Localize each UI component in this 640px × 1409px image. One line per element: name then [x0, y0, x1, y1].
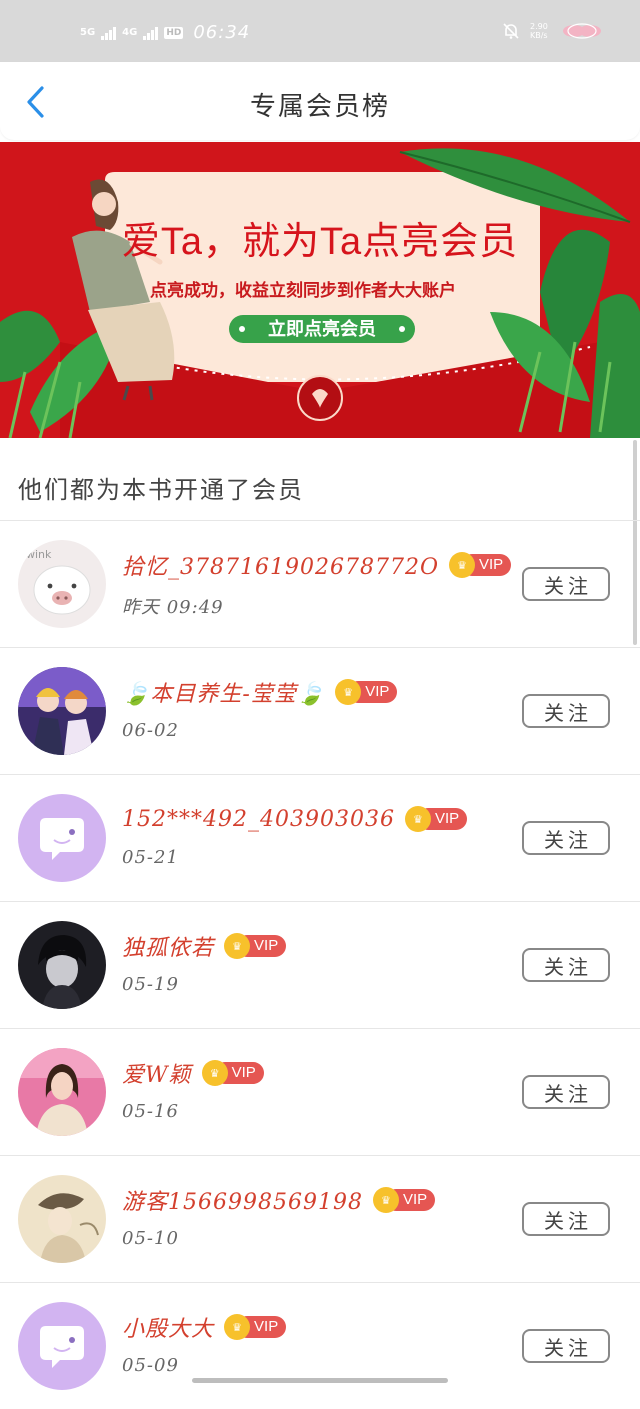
list-item[interactable]: wink 拾忆_3787161902678772O ♛ VIP 昨天 09:49 …: [0, 520, 640, 647]
member-name-line: 小殷大大 ♛ VIP: [122, 1311, 287, 1343]
member-name-line: 152***492_403903036 ♛ VIP: [122, 803, 468, 835]
vip-badge: ♛ VIP: [372, 1187, 436, 1213]
member-time: 05-21: [122, 847, 179, 868]
list-item[interactable]: 爱W颖 ♛ VIP 05-16 关注: [0, 1028, 640, 1155]
section-title: 他们都为本书开通了会员: [18, 476, 304, 504]
banner-headline: 爱Ta，就为Ta点亮会员: [121, 221, 519, 263]
network-4g-label: 4G: [122, 26, 138, 38]
promo-banner[interactable]: 爱Ta，就为Ta点亮会员 点亮成功，收益立刻同步到作者大大账户 立即点亮会员: [0, 142, 640, 438]
list-item[interactable]: 独孤依若 ♛ VIP 05-19 关注: [0, 901, 640, 1028]
member-name[interactable]: 🍃本目养生-莹莹🍃: [122, 676, 325, 708]
crown-icon: ♛: [449, 552, 475, 578]
follow-button[interactable]: 关注: [522, 1075, 610, 1109]
follow-button[interactable]: 关注: [522, 694, 610, 728]
light-up-member-button[interactable]: 立即点亮会员: [229, 315, 415, 343]
follow-button[interactable]: 关注: [522, 821, 610, 855]
member-time: 05-09: [122, 1355, 179, 1376]
list-item[interactable]: 152***492_403903036 ♛ VIP 05-21 关注: [0, 774, 640, 901]
member-name[interactable]: 独孤依若: [122, 930, 214, 962]
signal-icon: [143, 26, 159, 40]
follow-button[interactable]: 关注: [522, 1329, 610, 1363]
avatar-painting[interactable]: [18, 1175, 106, 1263]
status-left: 5G 4G HD 06:34: [80, 22, 250, 43]
network-5g-label: 5G: [80, 26, 96, 38]
network-speed: 2.90 KB/s: [530, 22, 548, 40]
vip-badge: ♛ VIP: [449, 552, 512, 578]
member-name-line: 爱W颖 ♛ VIP: [122, 1057, 264, 1089]
page-title: 专属会员榜: [249, 92, 390, 122]
crown-icon: ♛: [404, 806, 431, 832]
follow-button[interactable]: 关注: [522, 1202, 610, 1236]
avatar-woman-photo[interactable]: [18, 1048, 106, 1136]
member-list: wink 拾忆_3787161902678772O ♛ VIP 昨天 09:49 …: [0, 520, 640, 1409]
status-bar: 5G 4G HD 06:34 2.90 KB/s: [0, 0, 640, 62]
vip-badge: ♛ VIP: [335, 679, 398, 705]
vip-badge: ♛ VIP: [404, 806, 468, 832]
member-name[interactable]: 小殷大大: [122, 1311, 214, 1343]
list-item[interactable]: 小殷大大 ♛ VIP 05-09 关注: [0, 1282, 640, 1409]
vip-badge: ♛ VIP: [224, 933, 287, 959]
member-name[interactable]: 152***492_403903036: [122, 807, 395, 832]
avatar-default[interactable]: [18, 794, 106, 882]
crown-icon: ♛: [224, 1314, 251, 1340]
member-name-line: 🍃本目养生-莹莹🍃 ♛ VIP: [122, 676, 398, 708]
member-time: 05-19: [122, 974, 179, 995]
status-time: 06:34: [193, 22, 251, 43]
member-time: 06-02: [122, 720, 179, 741]
avatar-default[interactable]: [18, 1302, 106, 1390]
follow-button[interactable]: 关注: [522, 948, 610, 982]
bell-off-icon: [503, 23, 519, 39]
home-indicator[interactable]: [192, 1378, 448, 1383]
member-time: 昨天 09:49: [122, 597, 224, 618]
avatar-dark-anime[interactable]: [18, 921, 106, 1009]
crown-icon: ♛: [224, 933, 251, 959]
svg-text:wink: wink: [26, 548, 52, 561]
signal-icon: [101, 26, 117, 40]
member-name-line: 游客1566998569198 ♛ VIP: [122, 1184, 436, 1216]
member-time: 05-16: [122, 1101, 179, 1122]
battery-icon: [563, 23, 601, 39]
member-name[interactable]: 拾忆_3787161902678772O: [122, 549, 439, 581]
member-name-line: 独孤依若 ♛ VIP: [122, 930, 287, 962]
member-name[interactable]: 游客1566998569198: [122, 1184, 363, 1216]
vip-badge: ♛ VIP: [201, 1060, 264, 1086]
list-item[interactable]: 游客1566998569198 ♛ VIP 05-10 关注: [0, 1155, 640, 1282]
status-right: 2.90 KB/s: [502, 22, 604, 40]
crown-icon: ♛: [372, 1187, 399, 1213]
member-time: 05-10: [122, 1228, 179, 1249]
hd-badge: HD: [164, 26, 184, 39]
nav-bar: 专属会员榜: [0, 62, 640, 140]
avatar-pig[interactable]: wink: [18, 540, 106, 628]
vip-badge: ♛ VIP: [224, 1314, 287, 1340]
crown-icon: ♛: [201, 1060, 228, 1086]
list-item[interactable]: 🍃本目养生-莹莹🍃 ♛ VIP 06-02 关注: [0, 647, 640, 774]
member-name[interactable]: 爱W颖: [122, 1057, 192, 1089]
follow-button[interactable]: 关注: [522, 567, 610, 601]
avatar-anime-couple[interactable]: [18, 667, 106, 755]
banner-subtitle: 点亮成功，收益立刻同步到作者大大账户: [150, 281, 456, 300]
member-name-line: 拾忆_3787161902678772O ♛ VIP: [122, 549, 512, 581]
